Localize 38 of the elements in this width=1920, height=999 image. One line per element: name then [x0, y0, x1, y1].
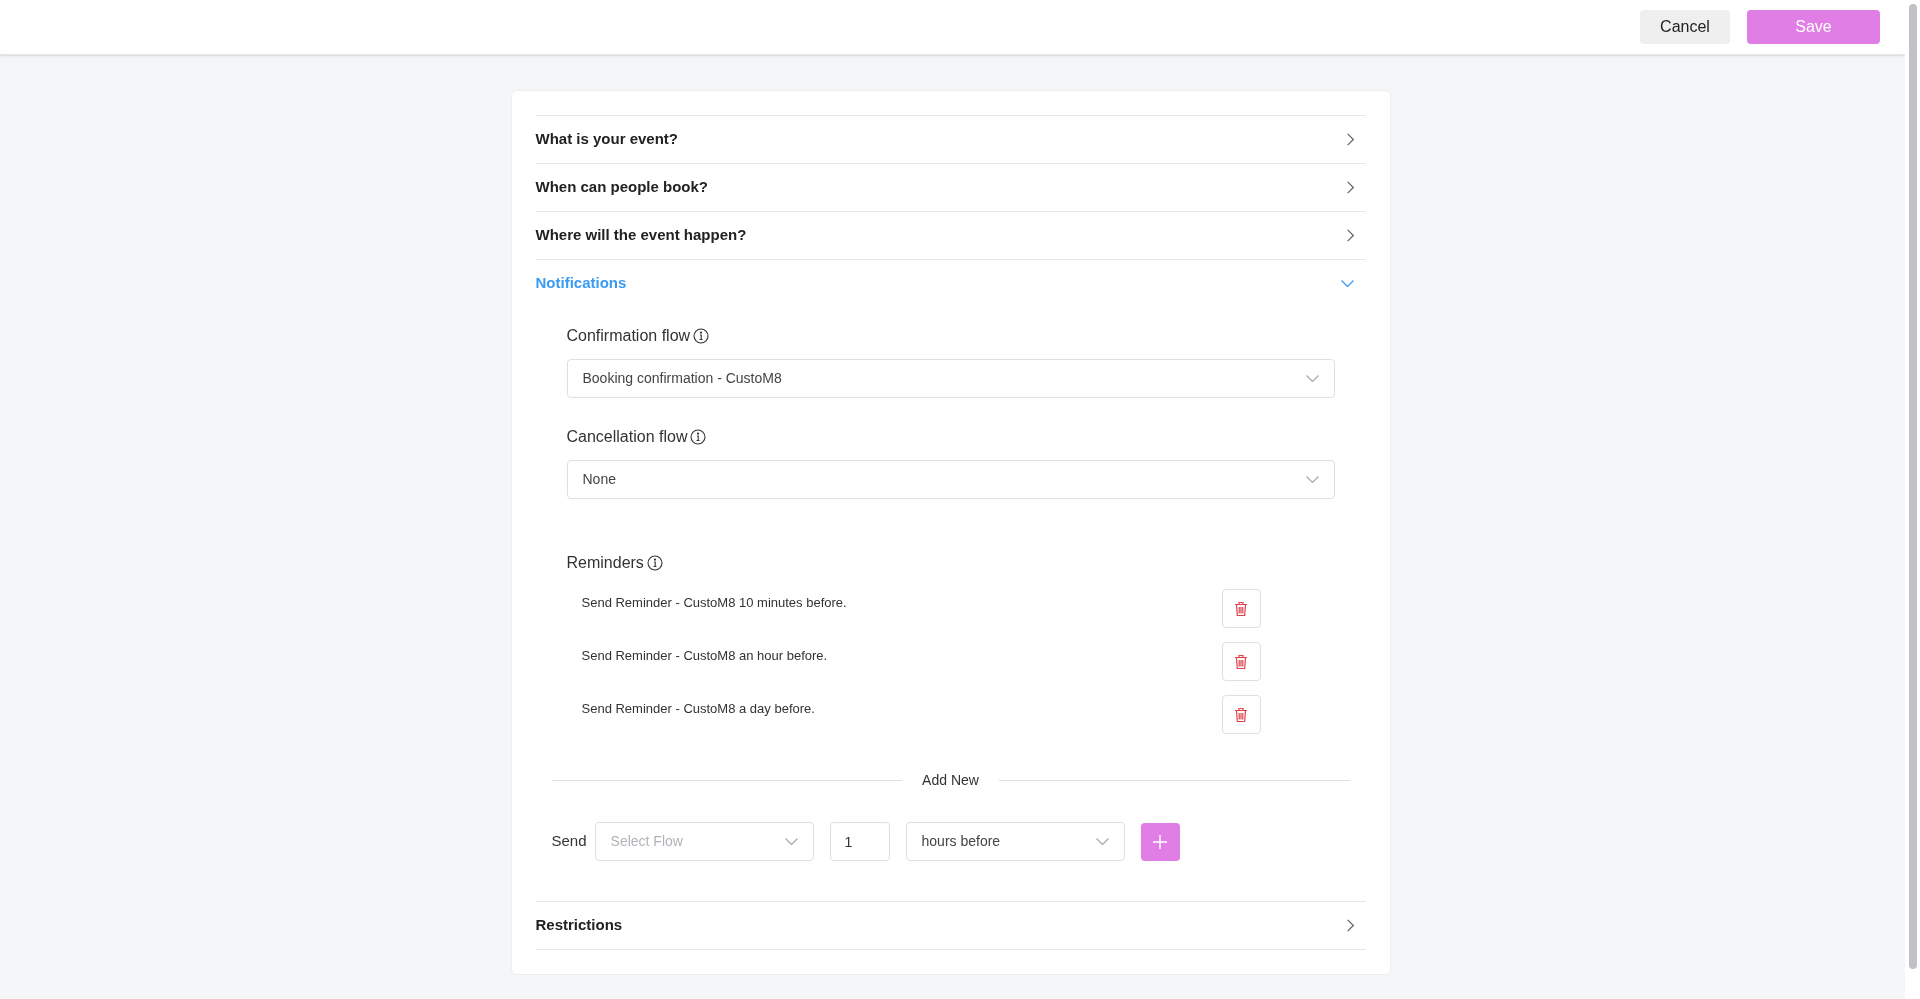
chevron-down-icon — [1305, 375, 1319, 382]
chevron-right-icon — [1346, 133, 1354, 146]
info-icon[interactable] — [693, 328, 710, 344]
scrollbar-thumb[interactable] — [1908, 4, 1917, 969]
trash-icon — [1234, 706, 1248, 723]
divider-label: Add New — [921, 771, 980, 790]
section-header[interactable]: Where will the event happen? — [535, 212, 1366, 259]
cancel-button[interactable]: Cancel — [1640, 10, 1730, 44]
amount-field[interactable]: 1 — [829, 822, 890, 861]
delete-button[interactable] — [1221, 589, 1261, 628]
field-label: Cancellation flow — [566, 427, 688, 447]
dropdown-field[interactable]: None — [566, 460, 1335, 499]
delete-button[interactable] — [1221, 642, 1261, 681]
chevron-down-icon — [784, 838, 798, 845]
field-label: Reminders — [566, 553, 644, 573]
chevron-right-icon — [1346, 229, 1354, 242]
chevron-down-icon — [1305, 476, 1319, 483]
section-header[interactable]: Restrictions — [535, 902, 1366, 949]
section-header[interactable]: What is your event? — [535, 116, 1366, 163]
add-button[interactable] — [1140, 822, 1180, 861]
info-icon[interactable] — [690, 429, 707, 445]
chevron-down-icon — [1340, 280, 1354, 287]
chevron-down-icon — [1095, 838, 1109, 845]
chevron-right-icon — [1346, 181, 1354, 194]
reminder-text: Send Reminder - CustoM8 10 minutes before. — [581, 594, 847, 612]
trash-icon — [1234, 600, 1248, 617]
send-label: Send — [551, 831, 587, 852]
reminder-text: Send Reminder - CustoM8 an hour before. — [581, 647, 828, 665]
plus-icon — [1153, 834, 1168, 849]
field-label: Confirmation flow — [566, 326, 691, 346]
dropdown-field[interactable]: Booking confirmation - CustoM8 — [566, 359, 1335, 398]
info-icon[interactable] — [646, 555, 663, 571]
delete-button[interactable] — [1221, 695, 1261, 734]
reminder-text: Send Reminder - CustoM8 a day before. — [581, 700, 815, 718]
unit-dropdown[interactable]: hours before — [905, 822, 1125, 861]
chevron-right-icon — [1346, 919, 1354, 932]
section-header[interactable]: When can people book? — [535, 164, 1366, 211]
trash-icon — [1234, 653, 1248, 670]
